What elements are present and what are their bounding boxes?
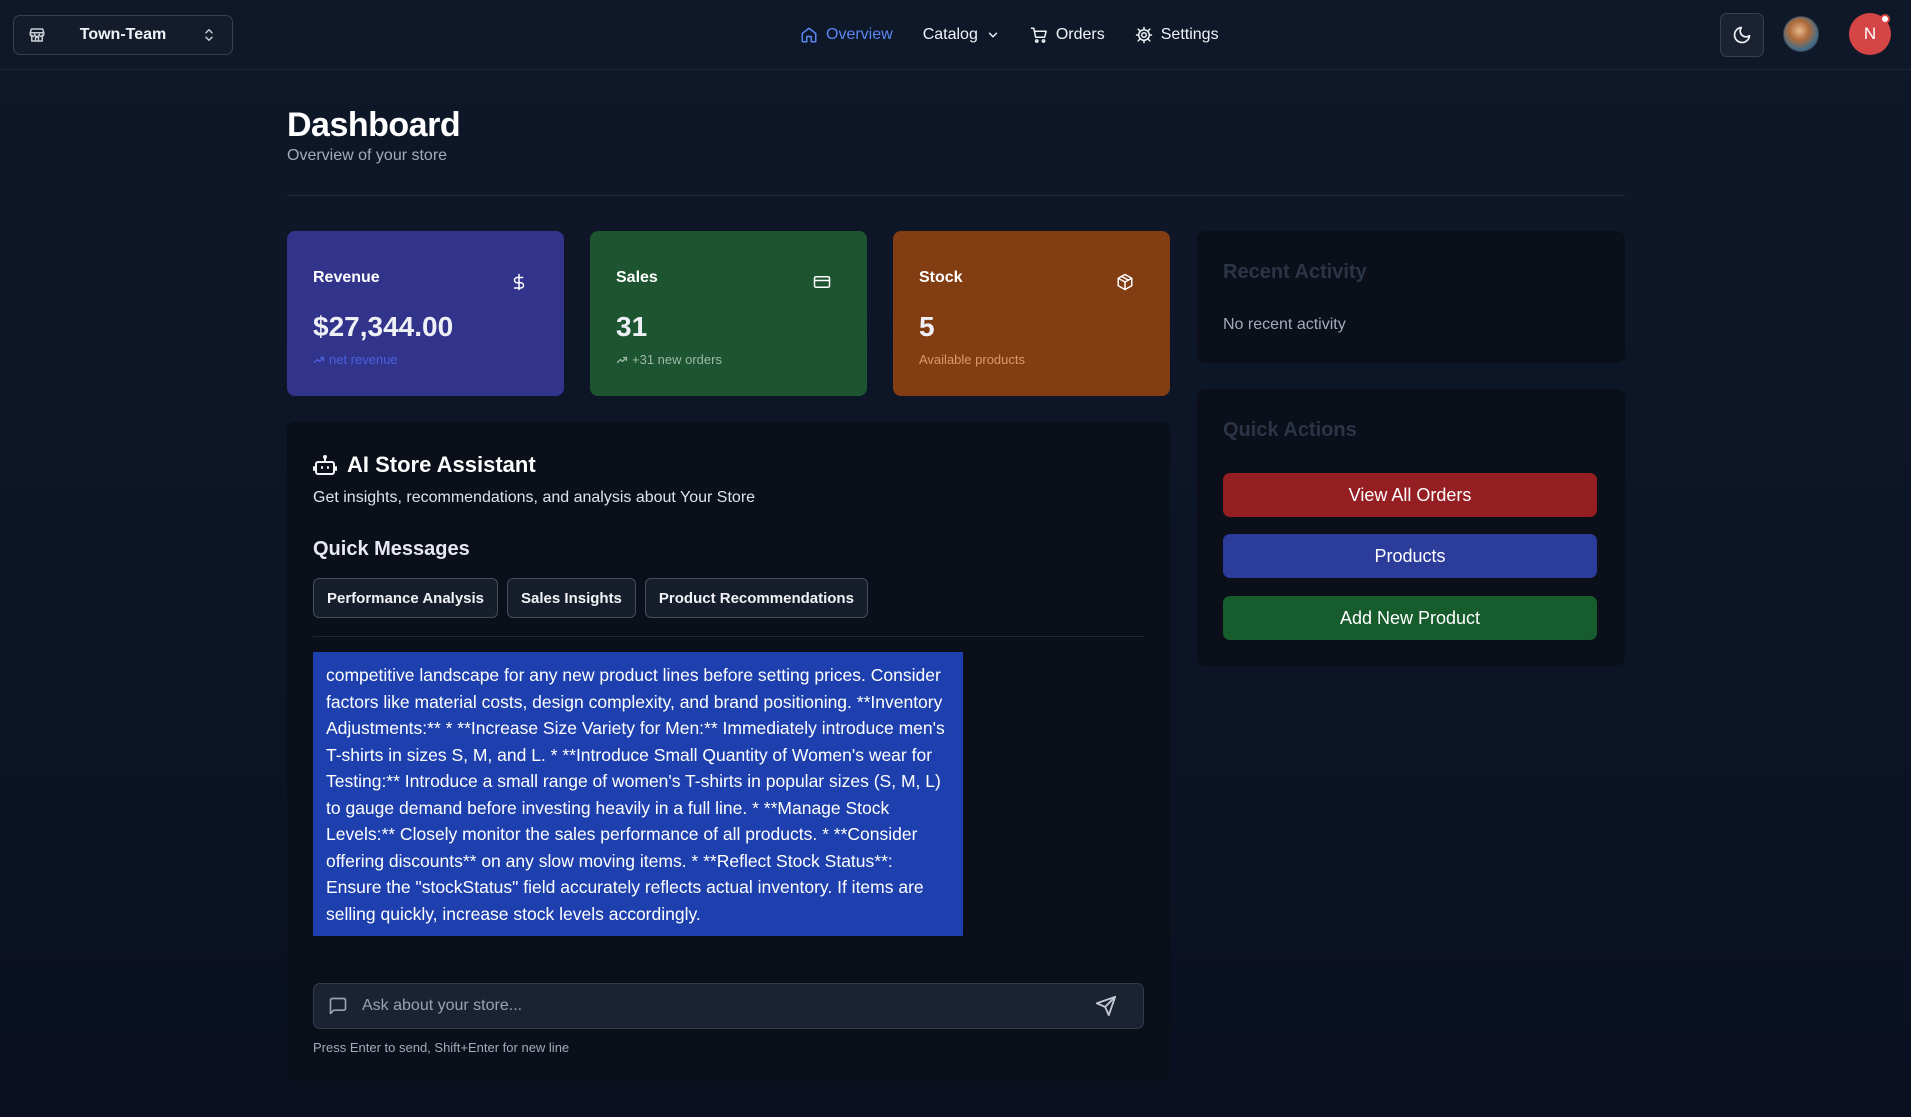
bot-icon	[313, 453, 337, 477]
stock-value: 5	[919, 311, 935, 342]
send-icon[interactable]	[1095, 995, 1117, 1017]
revenue-card: Revenue $27,344.00 net revenue	[287, 231, 564, 396]
theme-toggle-button[interactable]	[1720, 13, 1764, 57]
chat-input-box[interactable]	[313, 983, 1144, 1029]
products-button[interactable]: Products	[1223, 534, 1597, 578]
nav-item-catalog[interactable]: Catalog	[923, 26, 1000, 44]
nav-item-orders[interactable]: Orders	[1030, 26, 1105, 44]
assistant-title: AI Store Assistant	[347, 452, 536, 477]
nav-item-settings[interactable]: Settings	[1135, 26, 1219, 44]
recent-activity-panel: Recent Activity No recent activity	[1197, 231, 1625, 363]
assistant-message-text: competitive landscape for any new produc…	[326, 665, 945, 924]
top-navigation-bar: Town-Team Overview Catalog Orders Settin…	[0, 0, 1911, 70]
chat-input-hint: Press Enter to send, Shift+Enter for new…	[313, 1040, 570, 1055]
chevron-down-icon	[986, 28, 1000, 42]
quick-actions-panel: Quick Actions View All Orders Products A…	[1197, 389, 1625, 666]
nav-item-label: Catalog	[922, 26, 978, 43]
nav-item-label: Overview	[826, 26, 893, 43]
store-icon	[28, 26, 46, 44]
header-divider	[287, 195, 1625, 196]
assistant-message-bubble: competitive landscape for any new produc…	[313, 652, 963, 936]
revenue-note: net revenue	[313, 352, 398, 367]
nav-item-label: Settings	[1160, 26, 1219, 43]
stock-card: Stock 5 Available products	[893, 231, 1170, 396]
user-initial: N	[1863, 24, 1877, 43]
dollar-icon	[510, 273, 528, 291]
sales-card: Sales 31 +31 new orders	[590, 231, 867, 396]
home-icon	[800, 26, 818, 44]
add-new-product-button[interactable]: Add New Product	[1223, 596, 1597, 640]
stock-note: Available products	[919, 352, 1025, 367]
nav-item-overview[interactable]: Overview	[800, 26, 893, 44]
message-icon	[328, 996, 348, 1016]
cart-icon	[1030, 26, 1048, 44]
quick-messages: Performance Analysis Sales Insights Prod…	[313, 578, 868, 618]
quick-actions-title: Quick Actions	[1223, 419, 1357, 441]
page-title: Dashboard	[287, 106, 461, 144]
quick-messages-title: Quick Messages	[313, 538, 470, 560]
sales-label: Sales	[616, 269, 658, 286]
store-name: Town-Team	[79, 26, 167, 43]
chat-input[interactable]	[362, 997, 1095, 1015]
user-avatar[interactable]: N	[1849, 13, 1891, 55]
stock-label: Stock	[919, 269, 963, 286]
nav-item-label: Orders	[1055, 26, 1105, 43]
revenue-value: $27,344.00	[313, 311, 454, 342]
package-icon	[1116, 273, 1134, 291]
sales-note: +31 new orders	[616, 352, 722, 367]
ai-assistant-panel: AI Store Assistant Get insights, recomme…	[287, 422, 1170, 1082]
credit-card-icon	[813, 273, 831, 291]
trend-up-icon	[616, 354, 628, 366]
main-nav: Overview Catalog Orders Settings	[800, 22, 1219, 48]
quick-message-sales-insights[interactable]: Sales Insights	[507, 578, 636, 618]
recent-activity-empty: No recent activity	[1223, 316, 1346, 333]
chevrons-up-down-icon	[200, 26, 218, 44]
moon-icon	[1732, 25, 1752, 45]
stock-note-text: Available products	[919, 352, 1025, 367]
gear-icon	[1135, 26, 1153, 44]
assistant-description: Get insights, recommendations, and analy…	[313, 489, 756, 506]
revenue-note-text: net revenue	[329, 352, 398, 367]
chat-messages[interactable]: competitive landscape for any new produc…	[313, 636, 1144, 936]
sales-note-text: +31 new orders	[632, 352, 722, 367]
store-avatar[interactable]	[1783, 16, 1819, 52]
revenue-label: Revenue	[313, 269, 380, 286]
trend-up-icon	[313, 354, 325, 366]
quick-message-product-recommendations[interactable]: Product Recommendations	[644, 578, 868, 618]
assistant-header: AI Store Assistant	[313, 452, 536, 478]
quick-message-performance-analysis[interactable]: Performance Analysis	[313, 578, 499, 618]
notification-dot	[1880, 14, 1890, 24]
page-subtitle: Overview of your store	[287, 147, 448, 164]
store-switcher[interactable]: Town-Team	[13, 15, 233, 55]
recent-activity-title: Recent Activity	[1223, 261, 1367, 283]
sales-value: 31	[616, 311, 648, 342]
view-all-orders-button[interactable]: View All Orders	[1223, 473, 1597, 517]
